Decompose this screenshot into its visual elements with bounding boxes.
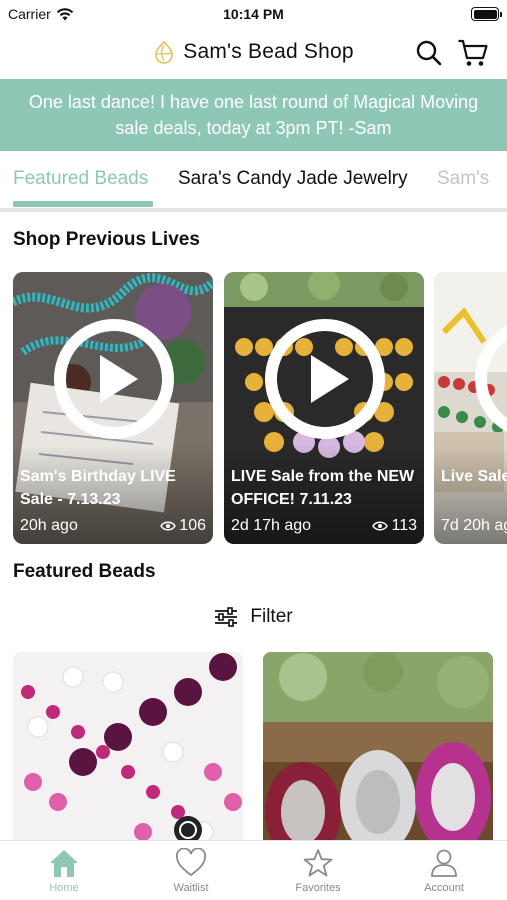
live-title: Sam's Birthday LIVE Sale - 7.13.23	[20, 468, 176, 508]
product-image	[263, 652, 493, 852]
home-icon	[50, 850, 78, 877]
filter-label: Filter	[250, 606, 293, 627]
person-icon	[431, 849, 457, 877]
heart-icon	[175, 848, 207, 877]
live-views: 113	[372, 517, 417, 535]
tab-saras-candy-jade[interactable]: Sara's Candy Jade Jewelry	[178, 168, 408, 190]
product-card[interactable]	[13, 652, 243, 852]
tabbar-home[interactable]: Home	[14, 848, 114, 894]
tabs-divider	[0, 208, 507, 212]
bead-logo-icon	[155, 40, 174, 64]
tabbar-account-label: Account	[424, 882, 464, 894]
views-count: 106	[179, 517, 206, 534]
active-tab-indicator	[13, 201, 153, 207]
views-count: 113	[391, 517, 417, 534]
play-icon	[475, 325, 507, 433]
previous-lives-heading: Shop Previous Lives	[13, 229, 200, 250]
search-button[interactable]	[415, 39, 443, 67]
live-age: 7d 20h ago	[441, 517, 507, 534]
cart-button[interactable]	[457, 38, 489, 68]
shop-title: Sam's Bead Shop	[183, 40, 354, 63]
star-icon	[303, 849, 333, 877]
live-card[interactable]: Sam's Birthday LIVE Sale - 7.13.23 20h a…	[13, 272, 213, 544]
eye-icon	[372, 521, 389, 531]
live-title: LIVE Sale from the NEW OFFICE! 7.11.23	[231, 468, 415, 508]
nav-bar: Sam's Bead Shop	[0, 30, 507, 78]
tabbar-waitlist[interactable]: Waitlist	[141, 848, 241, 894]
announcement-line-2: sale deals, today at 3pm PT! -Sam	[115, 118, 392, 138]
product-image	[13, 652, 243, 852]
bottom-tab-bar: Home Waitlist Favorites Account	[0, 840, 507, 900]
battery-icon	[471, 7, 502, 21]
tabbar-favorites[interactable]: Favorites	[268, 848, 368, 894]
featured-beads-heading: Featured Beads	[13, 561, 156, 582]
status-time: 10:14 PM	[223, 6, 284, 22]
announcement-line-1: One last dance! I have one last round of…	[28, 92, 479, 112]
play-icon	[54, 319, 174, 439]
cart-icon	[458, 39, 488, 66]
tabbar-waitlist-label: Waitlist	[173, 882, 209, 894]
tab-sams[interactable]: Sam's	[437, 168, 489, 190]
play-icon	[265, 319, 385, 439]
filter-button[interactable]: Filter	[0, 606, 507, 628]
live-age: 20h ago	[20, 517, 78, 534]
live-title: Live Sale	[441, 468, 507, 485]
category-tabs: Featured Beads Sara's Candy Jade Jewelry…	[0, 152, 507, 210]
previous-lives-carousel[interactable]: Sam's Birthday LIVE Sale - 7.13.23 20h a…	[0, 272, 507, 544]
live-card[interactable]: Live Sale 7d 20h ago	[434, 272, 507, 544]
tabbar-home-label: Home	[49, 882, 79, 894]
product-card[interactable]	[263, 652, 493, 852]
status-bar: Carrier 10:14 PM	[0, 0, 507, 30]
tab-featured-beads[interactable]: Featured Beads	[13, 168, 148, 190]
tabbar-favorites-label: Favorites	[295, 882, 341, 894]
live-views: 106	[160, 517, 206, 535]
eye-icon	[160, 521, 177, 531]
sliders-icon	[215, 607, 238, 627]
announcement-banner[interactable]: One last dance! I have one last round of…	[0, 79, 507, 151]
search-icon	[416, 40, 442, 66]
live-card[interactable]: LIVE Sale from the NEW OFFICE! 7.11.23 2…	[224, 272, 424, 544]
tabbar-account[interactable]: Account	[394, 848, 494, 894]
live-age: 2d 17h ago	[231, 517, 312, 534]
